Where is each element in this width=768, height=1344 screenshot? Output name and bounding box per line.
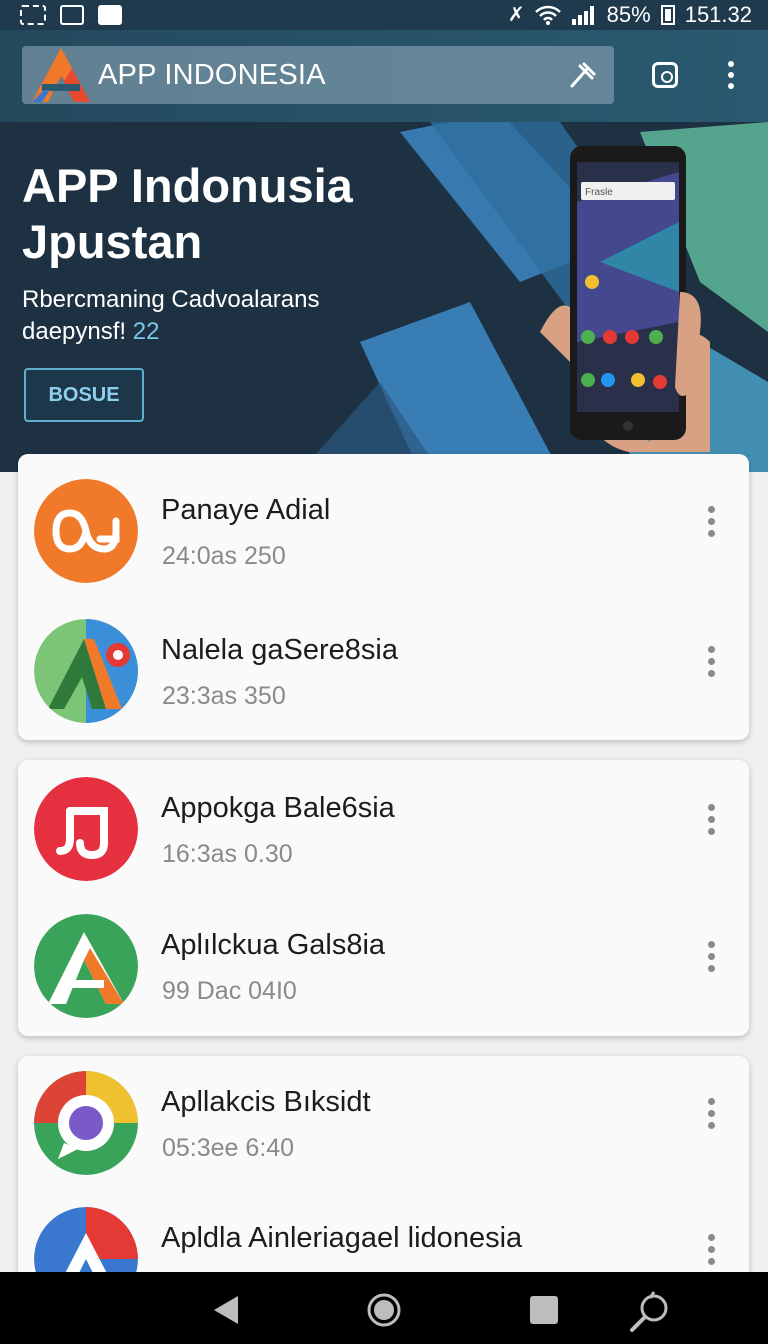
back-icon[interactable]: [206, 1290, 246, 1330]
more-options-icon[interactable]: [698, 802, 724, 836]
hero-title-line2: Jpustan: [22, 215, 203, 268]
list-item[interactable]: Nalela gaSere8sia 23:3as 350: [18, 596, 749, 736]
list-item-title: Appokga Bale6sia: [161, 792, 395, 824]
battery-icon: [660, 5, 675, 25]
green-a-gear-icon: [34, 619, 138, 723]
phone-image: Frasle: [540, 146, 710, 452]
hero-banner[interactable]: APP Indonusia Jpustan Rbercmaning Cadvoa…: [0, 122, 768, 472]
notification-app-icon: [98, 5, 122, 25]
list-item-title: Nalela gaSere8sia: [161, 634, 398, 666]
hero-title-line1: APP Indonusia: [22, 159, 353, 212]
hero-subtitle-line2: daepynsf! 22: [22, 316, 402, 348]
list-item-title: Apllakcis Bıksidt: [161, 1086, 371, 1118]
more-options-icon[interactable]: [698, 1096, 724, 1130]
signal-mute-icon: ✗: [507, 4, 525, 26]
app-card-3: Apllakcis Bıksidt 05:3ee 6:40 Apldla Ain…: [18, 1056, 749, 1286]
list-item[interactable]: Aplılckua Gals8ia 99 Dac 04I0: [18, 891, 749, 1031]
app-logo-icon: [32, 48, 90, 102]
list-item[interactable]: Apldla Ainleriagael lidonesia: [18, 1184, 749, 1286]
notification-image-icon: [60, 5, 84, 25]
chat-bubble-icon: [34, 1071, 138, 1175]
list-item[interactable]: Panaye Adial 24:0as 250: [18, 456, 749, 596]
app-card-1: Panaye Adial 24:0as 250 Nalela gaSere8si…: [18, 454, 749, 740]
more-options-icon[interactable]: [698, 1232, 724, 1266]
search-bar[interactable]: APP INDONESIA: [22, 46, 614, 104]
hero-subtitle-text: daepynsf!: [22, 318, 127, 345]
list-item-meta: 23:3as 350: [162, 682, 286, 710]
list-item-title: Aplılckua Gals8ia: [161, 929, 386, 961]
orange-loop-icon: [34, 479, 138, 583]
clock: 151.32: [684, 2, 752, 27]
list-item-title: Apldla Ainleriagael lidonesia: [161, 1222, 523, 1254]
list-item-meta: 99 Dac 04I0: [162, 977, 297, 1005]
app-bar: APP INDONESIA: [0, 30, 768, 122]
hero-subtitle: Rbercmaning Cadvoalarans daepynsf! 22: [22, 284, 402, 348]
list-item-meta: 05:3ee 6:40: [162, 1134, 295, 1162]
hero-button[interactable]: BOSUE: [24, 368, 144, 422]
navigation-bar: [0, 1272, 768, 1344]
cell-signal-icon: [571, 6, 594, 25]
more-options-icon[interactable]: [698, 644, 724, 678]
list-item[interactable]: Apllakcis Bıksidt 05:3ee 6:40: [18, 1056, 749, 1188]
list-item-title: Panaye Adial: [161, 494, 331, 526]
home-icon[interactable]: [364, 1290, 404, 1330]
more-icon[interactable]: [716, 60, 746, 90]
status-bar-left-icons: [20, 5, 122, 25]
list-item[interactable]: Appokga Bale6sia 16:3as 0.30: [18, 760, 749, 894]
more-options-icon[interactable]: [698, 504, 724, 538]
wifi-icon: [534, 5, 561, 25]
green-a-icon: [34, 914, 138, 1018]
notification-grid-icon: [20, 5, 46, 25]
more-options-icon[interactable]: [698, 939, 724, 973]
app-card-2: Appokga Bale6sia 16:3as 0.30 Aplılckua G…: [18, 760, 749, 1036]
status-bar-right: ✗ 85% 151.32: [508, 2, 752, 28]
hero-subtitle-line1: Rbercmaning Cadvoalarans: [22, 286, 320, 313]
hero-title: APP Indonusia Jpustan: [22, 158, 452, 270]
status-bar: ✗ 85% 151.32: [0, 0, 768, 30]
screen-icon[interactable]: [650, 60, 680, 90]
phone-search-text: Frasle: [585, 187, 613, 198]
search-icon[interactable]: [628, 1290, 672, 1334]
red-music-icon: [34, 777, 138, 881]
list-item-meta: 16:3as 0.30: [162, 840, 293, 868]
battery-percent: 85%: [606, 2, 651, 27]
mic-icon[interactable]: [566, 60, 596, 90]
app-title: APP INDONESIA: [98, 58, 326, 91]
recents-icon[interactable]: [524, 1290, 564, 1330]
hero-subtitle-number: 22: [132, 318, 160, 345]
list-item-meta: 24:0as 250: [162, 542, 286, 570]
